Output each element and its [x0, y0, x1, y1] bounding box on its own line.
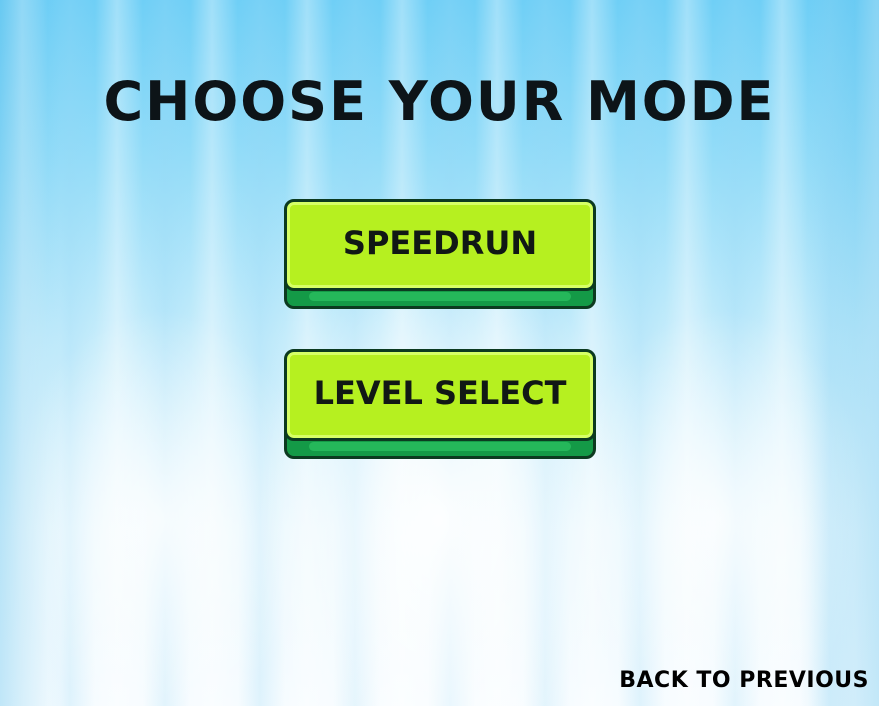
level-select-button-label: LEVEL SELECT: [313, 374, 567, 412]
level-select-button[interactable]: LEVEL SELECT: [284, 349, 596, 459]
page-title: CHOOSE YOUR MODE: [103, 70, 776, 133]
speedrun-button-label: SPEEDRUN: [342, 224, 538, 262]
back-to-previous-link[interactable]: BACK TO PREVIOUS: [619, 668, 869, 693]
speedrun-button[interactable]: SPEEDRUN: [284, 199, 596, 309]
